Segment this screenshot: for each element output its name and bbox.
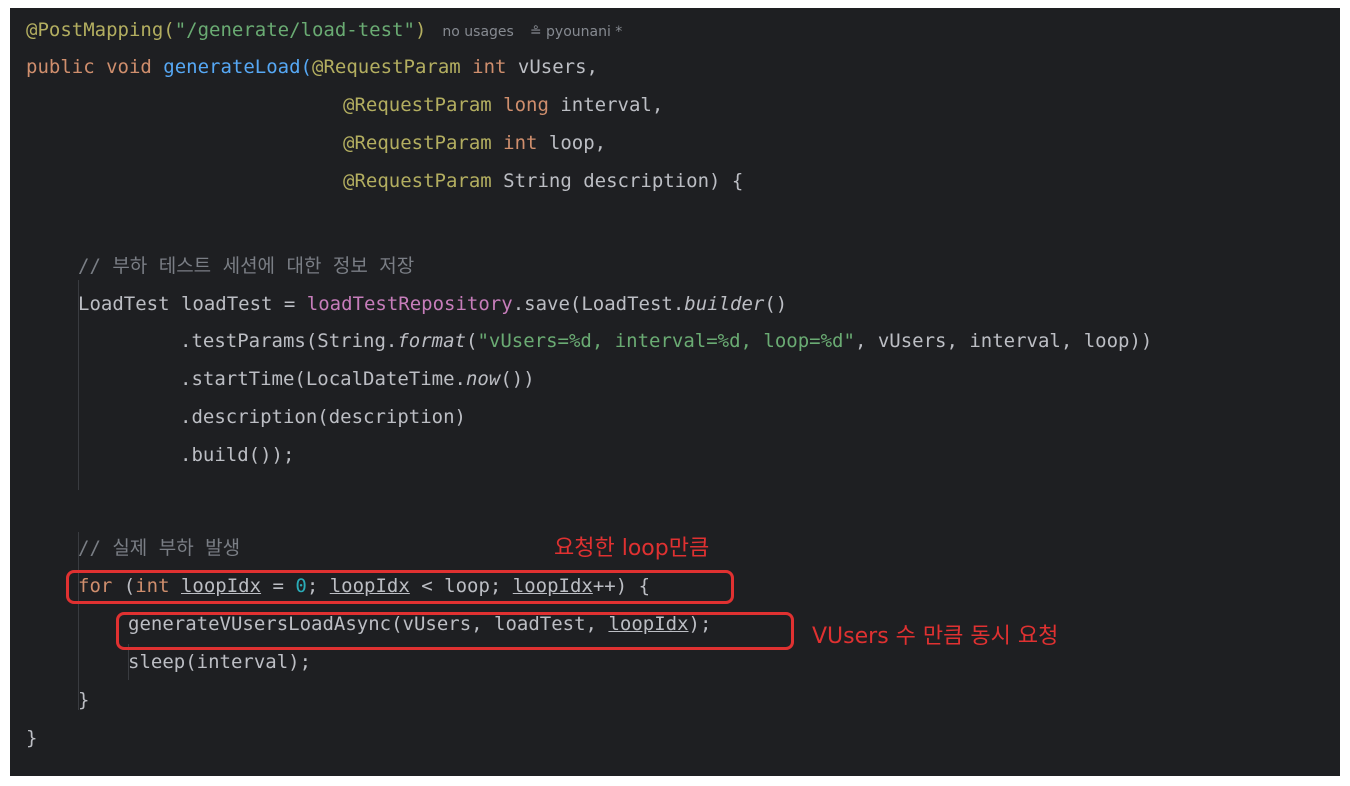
vusers-note: VUsers 수 만큼 동시 요청	[812, 624, 1059, 649]
code-line-8: .testParams(String.format("vUsers=%d, in…	[180, 323, 1152, 359]
static-method: now	[465, 368, 501, 390]
param-name: interval,	[560, 94, 664, 116]
code-line-3: @RequestParam long interval,	[343, 87, 663, 123]
method-name: generateLoad(	[163, 56, 312, 78]
request-param-annotation: @RequestParam	[343, 132, 504, 154]
code-text: .testParams(String.	[180, 330, 398, 352]
code-text: , vUsers, interval, loop))	[854, 330, 1153, 352]
request-param-annotation: @RequestParam	[343, 94, 504, 116]
post-mapping-annotation: @PostMapping(	[26, 19, 175, 41]
code-text: LoadTest loadTest =	[78, 293, 307, 315]
code-text: ()	[764, 293, 788, 315]
param-decl: String description) {	[503, 170, 744, 192]
async-call-highlight-box	[116, 612, 794, 650]
code-line-10: .description(description)	[180, 406, 466, 428]
param-name: vUsers,	[517, 56, 598, 78]
format-string: "vUsers=%d, interval=%d, loop=%d"	[477, 330, 855, 352]
code-line-1: @PostMapping("/generate/load-test") no us…	[26, 12, 622, 48]
annotation-close: )	[414, 19, 427, 41]
request-param-annotation: @RequestParam	[312, 56, 473, 78]
person-icon: ≗	[529, 24, 547, 40]
code-editor[interactable]: @PostMapping("/generate/load-test") no us…	[10, 8, 1340, 776]
code-text: ())	[500, 368, 535, 390]
code-line-11: .build());	[180, 444, 295, 466]
static-method: format	[397, 330, 466, 352]
param-type: int	[503, 132, 549, 154]
method-modifiers: public void	[26, 56, 164, 78]
code-line-6-comment: // 부하 테스트 세션에 대한 정보 저장	[78, 255, 415, 277]
mapping-path-string: "/generate/load-test"	[174, 19, 415, 41]
repository-field: loadTestRepository	[306, 293, 513, 315]
loop-note: 요청한 loop만큼	[554, 536, 710, 561]
code-line-9: .startTime(LocalDateTime.now())	[180, 361, 535, 397]
param-type: long	[503, 94, 561, 116]
code-text: (	[465, 330, 478, 352]
author-name: pyounani *	[546, 24, 623, 40]
for-loop-highlight-box	[66, 570, 734, 604]
code-line-16: }	[78, 689, 90, 711]
request-param-annotation: @RequestParam	[343, 170, 504, 192]
static-method: builder	[684, 293, 765, 315]
code-line-17: }	[26, 727, 38, 749]
code-line-2: public void generateLoad(@RequestParam i…	[26, 49, 598, 85]
param-name: loop,	[548, 132, 607, 154]
code-line-4: @RequestParam int loop,	[343, 125, 606, 161]
code-text: .startTime(LocalDateTime.	[180, 368, 466, 390]
code-line-5: @RequestParam String description) {	[343, 163, 743, 199]
usages-hint[interactable]: no usages	[442, 24, 513, 40]
author-hint[interactable]: ≗ pyounani *	[530, 24, 622, 40]
param-type: int	[472, 56, 518, 78]
code-line-12-comment: // 실제 부하 발생	[78, 537, 241, 559]
code-text: .save(LoadTest.	[512, 293, 685, 315]
code-line-7: LoadTest loadTest = loadTestRepository.s…	[78, 286, 787, 322]
